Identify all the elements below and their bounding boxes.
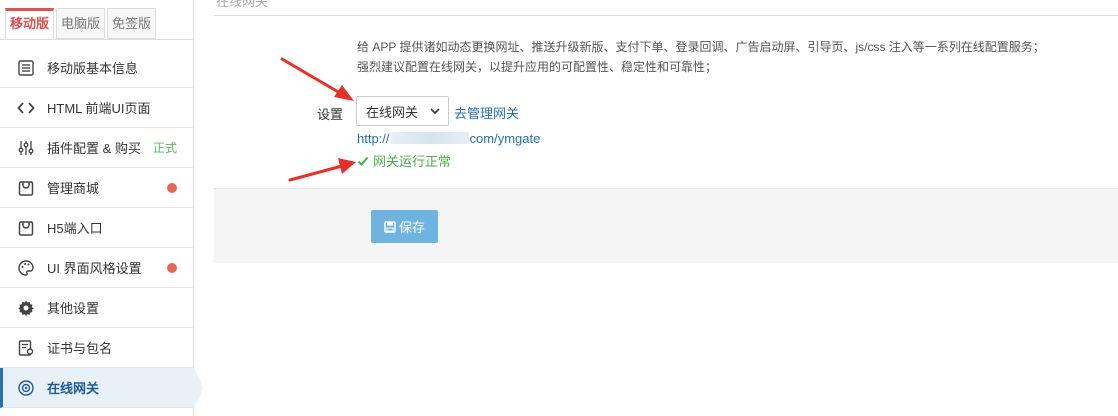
tab-mobile[interactable]: 移动版 [5,8,55,39]
page-header: 在线网关 [214,0,1118,16]
status-text: 网关运行正常 [373,154,452,169]
gear-icon [17,299,35,317]
sidebar-item-label: H5端入口 [47,221,103,236]
save-label: 保存 [398,220,425,235]
tab-no-sign[interactable]: 免签版 [107,8,157,39]
tabs-divider [0,39,194,40]
gateway-select-value: 在线网关 [366,104,419,120]
sliders-icon [17,139,35,157]
list-icon [17,59,35,77]
sidebar-item-label: 在线网关 [47,381,100,396]
gateway-icon [17,379,35,397]
save-icon [384,220,396,233]
palette-icon [17,259,35,277]
version-tabs: 移动版 电脑版 免签版 [5,8,158,39]
sidebar-item-ui-style[interactable]: UI 界面风格设置 [0,248,194,288]
code-icon [17,99,35,117]
sidebar-item-other-settings[interactable]: 其他设置 [0,288,194,328]
sidebar-item-plugins[interactable]: 插件配置 & 购买 正式 [0,128,194,168]
sidebar-item-gateway[interactable]: 在线网关 [0,368,203,408]
sidebar-item-label: 移动版基本信息 [47,61,139,76]
url-suffix: com/ymgate [469,131,541,146]
notification-dot [167,182,177,193]
sidebar-item-h5-entry[interactable]: H5端入口 [0,208,194,248]
description-line: 给 APP 提供诸如动态更换网址、推送升级新版、支付下单、登录回调、广告启动屏、… [357,40,1045,54]
gateway-select[interactable]: 在线网关 [356,96,449,126]
sidebar-item-basic-info[interactable]: 移动版基本信息 [0,48,194,88]
form-actions: 保存 [214,188,1118,263]
save-button[interactable]: 保存 [371,210,438,243]
sidebar-item-label: 其他设置 [47,301,100,316]
main-content: 在线网关 给 APP 提供诸如动态更换网址、推送升级新版、支付下单、登录回调、广… [214,0,1118,416]
chevron-down-icon [430,108,440,115]
sidebar-item-html-ui[interactable]: HTML 前端UI页面 [0,88,194,128]
sidebar-menu: 移动版基本信息 HTML 前端UI页面 插件配置 & 购买 正式 管理商城 H5… [0,48,203,408]
description-line: 强烈建议配置在线网关，以提升应用的可配置性、稳定性和可靠性； [357,60,718,74]
sidebar-item-certificate[interactable]: 证书与包名 [0,328,194,368]
check-icon [357,156,369,166]
sidebar-item-label: 证书与包名 [47,341,113,356]
redacted-domain [390,132,469,144]
sidebar-item-label: 管理商城 [47,181,100,196]
bag-icon [17,179,35,197]
manage-gateway-link[interactable]: 去管理网关 [454,103,519,122]
gateway-status: 网关运行正常 [357,151,451,170]
page-title: 在线网关 [216,0,269,9]
status-badge: 正式 [152,141,177,155]
tab-desktop[interactable]: 电脑版 [56,8,106,39]
sidebar: 移动版 电脑版 免签版 移动版基本信息 HTML 前端UI页面 插件配置 & 购… [0,0,203,416]
url-prefix: http:// [357,131,390,146]
sidebar-item-shop[interactable]: 管理商城 [0,168,194,208]
sidebar-item-label: 插件配置 & 购买 [47,141,141,156]
gateway-description: 给 APP 提供诸如动态更换网址、推送升级新版、支付下单、登录回调、广告启动屏、… [357,37,1117,77]
sidebar-item-label: HTML 前端UI页面 [47,101,151,116]
gateway-url[interactable]: http:// com/ymgate [357,131,540,146]
certificate-icon [17,339,35,357]
notification-dot [167,262,177,273]
bag-icon [17,219,35,237]
setting-label: 设置 [317,107,344,122]
active-indicator [194,368,203,408]
sidebar-item-label: UI 界面风格设置 [47,261,142,276]
